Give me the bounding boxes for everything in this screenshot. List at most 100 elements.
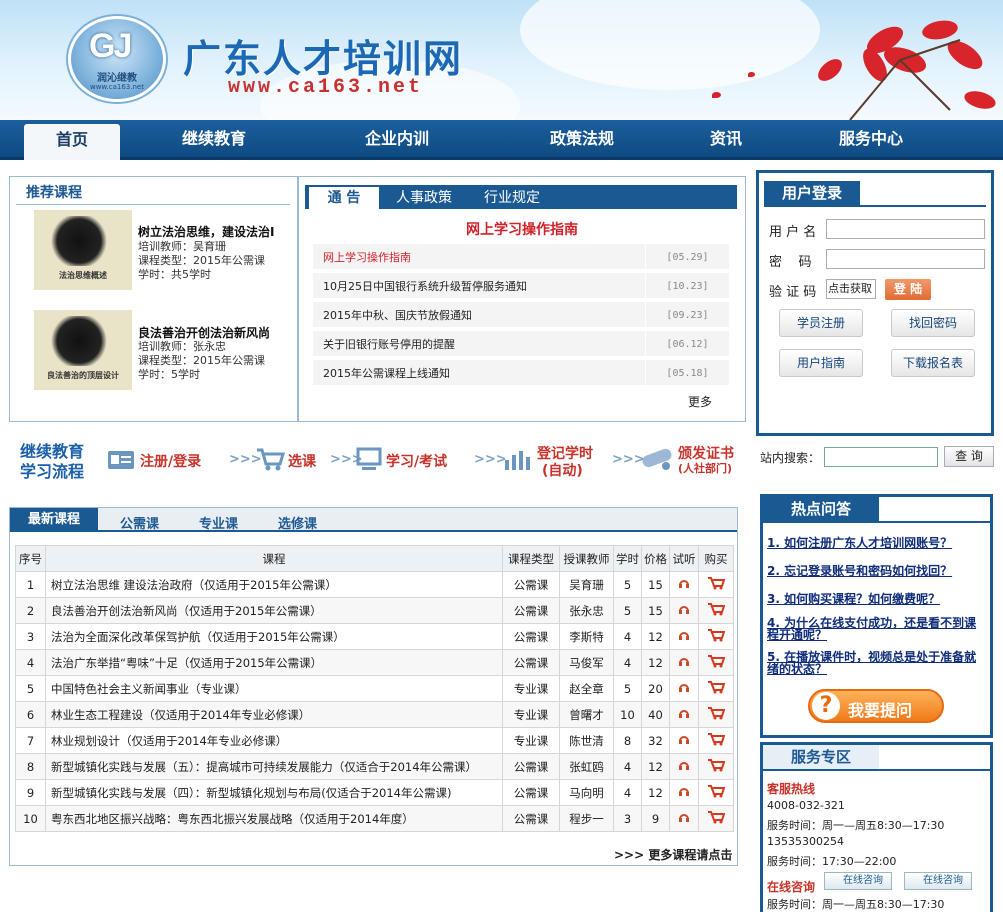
cell-hours: 4 <box>613 779 642 806</box>
buy-cart-icon[interactable] <box>698 597 734 624</box>
site-logo[interactable]: GJ 润沁继教 www.ca163.net <box>68 16 166 102</box>
notice-row[interactable]: 网上学习操作指南 [05.29] <box>313 244 729 271</box>
nav-home[interactable]: 首页 <box>24 124 120 160</box>
preview-icon[interactable] <box>669 649 699 676</box>
cell-course-name[interactable]: 新型城镇化实践与发展（五）：提高城市可持续发展能力（仅适合于2014年公需课） <box>45 753 503 780</box>
register-button[interactable]: 学员注册 <box>779 309 863 337</box>
cell-hours: 5 <box>613 571 642 598</box>
user-guide-button[interactable]: 用户指南 <box>779 349 863 377</box>
col-header-no: 序号 <box>15 545 46 572</box>
faq-item[interactable]: 1. 如何注册广东人才培训网账号？ <box>767 537 982 549</box>
notice-date: [06.12] <box>645 331 729 358</box>
preview-icon[interactable] <box>669 805 699 832</box>
cell-course-name[interactable]: 良法善治开创法治新风尚（仅适用于2015年公需课） <box>45 597 503 624</box>
preview-icon[interactable] <box>669 779 699 806</box>
flow-step-register: 注册/登录 <box>140 454 202 470</box>
cell-course-name[interactable]: 法治为全面深化改革保驾护航（仅适用于2015年公需课） <box>45 623 503 650</box>
buy-cart-icon[interactable] <box>698 571 734 598</box>
preview-icon[interactable] <box>669 597 699 624</box>
buy-cart-icon[interactable] <box>698 779 734 806</box>
recommended-hours: 学时：5学时 <box>138 368 200 381</box>
buy-cart-icon[interactable] <box>698 753 734 780</box>
notice-row[interactable]: 10月25日中国银行系统升级暂停服务通知 [10.23] <box>313 273 729 300</box>
cell-price: 9 <box>641 805 670 832</box>
cell-teacher: 马俊军 <box>559 649 614 676</box>
preview-icon[interactable] <box>669 623 699 650</box>
cell-course-name[interactable]: 林业生态工程建设（仅适用于2014年专业必修课） <box>45 701 503 728</box>
consult-button[interactable]: 在线咨询 <box>904 872 972 890</box>
faq-item[interactable]: 3. 如何购买课程？如何缴费呢？ <box>767 593 982 605</box>
cell-type: 公需课 <box>502 779 560 806</box>
cell-price: 15 <box>641 571 670 598</box>
cell-course-name[interactable]: 新型城镇化实践与发展（四）：新型城镇化规划与布局(仅适合于2014年公需课) <box>45 779 503 806</box>
cell-price: 20 <box>641 675 670 702</box>
course-thumbnail[interactable]: 法治思维概述 <box>34 210 132 290</box>
notice-row[interactable]: 2015年中秋、国庆节放假通知 [09.23] <box>313 302 729 329</box>
buy-cart-icon[interactable] <box>698 805 734 832</box>
notice-row[interactable]: 2015年公需课程上线通知 [05.18] <box>313 360 729 387</box>
col-header-type: 课程类型 <box>502 545 560 572</box>
cell-hours: 4 <box>613 649 642 676</box>
notice-headline[interactable]: 网上学习操作指南 <box>299 219 745 239</box>
download-form-button[interactable]: 下载报名表 <box>891 349 975 377</box>
tab-personnel-policy[interactable]: 人事政策 <box>387 187 461 209</box>
tab-latest-courses[interactable]: 最新课程 <box>10 508 98 532</box>
cell-hours: 3 <box>613 805 642 832</box>
buy-cart-icon[interactable] <box>698 675 734 702</box>
course-thumbnail[interactable]: 良法善治的顶层设计 <box>34 310 132 390</box>
nav-service-center[interactable]: 服务中心 <box>817 120 925 160</box>
notice-more-link[interactable]: 更多 <box>688 393 712 410</box>
col-header-price: 价格 <box>641 545 670 572</box>
buy-cart-icon[interactable] <box>698 701 734 728</box>
nav-corporate-training[interactable]: 企业内训 <box>343 120 451 160</box>
cell-course-name[interactable]: 法治广东举措“粤味”十足（仅适用于2015年公需课） <box>45 649 503 676</box>
cell-type: 专业课 <box>502 675 560 702</box>
captcha-input[interactable]: 点击获取 <box>826 279 876 299</box>
ask-question-button[interactable]: ? 我要提问 <box>808 689 944 723</box>
tab-announcement[interactable]: 通 告 <box>309 187 379 209</box>
username-input[interactable] <box>826 219 985 239</box>
recover-password-button[interactable]: 找回密码 <box>891 309 975 337</box>
nav-policy[interactable]: 政策法规 <box>528 120 636 160</box>
cell-course-name[interactable]: 林业规划设计（仅适用于2014年专业必修课） <box>45 727 503 754</box>
hotline-phone-2: 13535300254 <box>767 835 844 848</box>
cell-course-name[interactable]: 中国特色社会主义新闻事业（专业课） <box>45 675 503 702</box>
login-button[interactable]: 登 陆 <box>885 279 931 300</box>
preview-icon[interactable] <box>669 701 699 728</box>
cell-type: 公需课 <box>502 753 560 780</box>
faq-item[interactable]: 4. 为什么在线支付成功，还是看不到课程开通呢？ <box>767 617 982 641</box>
search-button[interactable]: 查 询 <box>944 446 994 467</box>
tab-elective-courses[interactable]: 选修课 <box>278 513 317 532</box>
tab-professional-courses[interactable]: 专业课 <box>199 513 238 532</box>
buy-cart-icon[interactable] <box>698 623 734 650</box>
preview-icon[interactable] <box>669 571 699 598</box>
site-search-input[interactable] <box>824 447 938 467</box>
buy-cart-icon[interactable] <box>698 649 734 676</box>
more-courses-link[interactable]: >>> 更多课程请点击 <box>614 846 732 863</box>
cell-course-name[interactable]: 粤东西北地区振兴战略：粤东西北振兴发展战略（仅适用于2014年度） <box>45 805 503 832</box>
preview-icon[interactable] <box>669 753 699 780</box>
cell-price: 12 <box>641 649 670 676</box>
flow-step-hr-dept: (人社部门) <box>678 462 733 475</box>
flow-chevron: >>> <box>474 452 507 467</box>
table-header-row: 序号 课程 课程类型 授课教师 学时 价格 试听 购买 <box>15 545 734 572</box>
password-input[interactable] <box>826 249 985 269</box>
notice-row[interactable]: 关于旧银行账号停用的提醒 [06.12] <box>313 331 729 358</box>
tab-industry-rules[interactable]: 行业规定 <box>475 187 549 209</box>
nav-news[interactable]: 资讯 <box>678 120 774 160</box>
buy-cart-icon[interactable] <box>698 727 734 754</box>
faq-item[interactable]: 5. 在播放课件时，视频总是处于准备就绪的状态？ <box>767 651 982 675</box>
cell-course-name[interactable]: 树立法治思维 建设法治政府（仅适用于2015年公需课） <box>45 571 503 598</box>
preview-icon[interactable] <box>669 727 699 754</box>
preview-icon[interactable] <box>669 675 699 702</box>
faq-item[interactable]: 2. 忘记登录账号和密码如何找回？ <box>767 565 982 577</box>
consult-button[interactable]: 在线咨询 <box>824 872 892 890</box>
cell-hours: 8 <box>613 727 642 754</box>
tab-public-courses[interactable]: 公需课 <box>120 513 159 532</box>
cell-teacher: 吴育珊 <box>559 571 614 598</box>
col-header-course: 课程 <box>45 545 503 572</box>
cell-no: 3 <box>15 623 46 650</box>
thumbnail-caption: 法治思维概述 <box>59 271 107 280</box>
nav-continuing-education[interactable]: 继续教育 <box>160 120 268 160</box>
cell-price: 15 <box>641 597 670 624</box>
